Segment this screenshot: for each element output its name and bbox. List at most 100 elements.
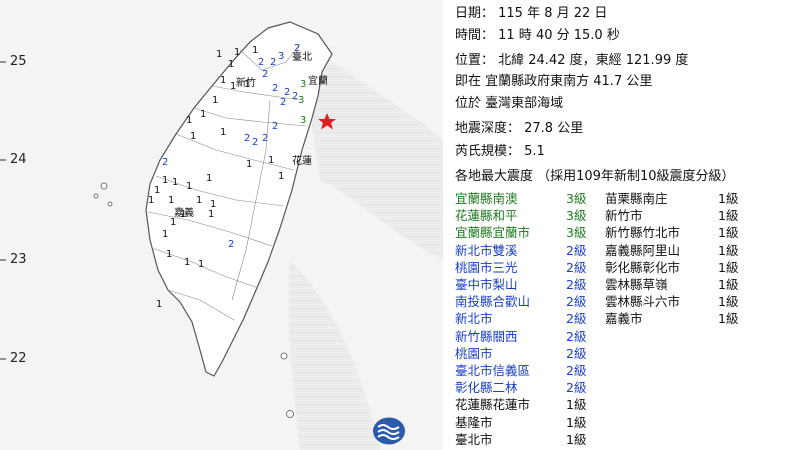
- intensity-location: 苗栗縣南庄: [605, 191, 668, 206]
- intensity-mark: 1: [208, 209, 215, 220]
- intensity-level: 1級: [718, 311, 739, 327]
- intensity-mark: 1: [166, 249, 173, 260]
- intensity-row: 基隆市 1級: [455, 414, 625, 431]
- intensity-location: 新竹市: [605, 208, 643, 224]
- orchid-island: [286, 410, 294, 418]
- intensity-row: 雲林縣草嶺 1級: [605, 276, 775, 293]
- intensity-row: 新竹縣關西 2級: [455, 328, 625, 345]
- intensity-row: 臺中市梨山 2級: [455, 276, 625, 293]
- intensity-mark: 1: [230, 81, 237, 92]
- intensity-mark: 1: [172, 177, 179, 188]
- intensity-row: 南投縣合歡山 2級: [455, 293, 625, 310]
- lat-label: 24: [10, 152, 27, 167]
- lat-label: 23: [10, 252, 27, 267]
- intensity-mark: 1: [234, 47, 241, 58]
- magnitude-line: 芮氏規模： 5.1: [455, 144, 545, 159]
- intensity-location: 彰化縣彰化市: [605, 259, 681, 275]
- cwa-logo-icon: [373, 417, 405, 445]
- intensity-location: 臺北市: [455, 431, 493, 447]
- intensity-mark: 3: [300, 115, 307, 126]
- intensity-mark: 2: [228, 239, 235, 250]
- intensity-location: 新竹縣關西: [455, 328, 518, 344]
- intensity-mark: 1: [220, 127, 227, 138]
- intensity-level: 1級: [566, 431, 587, 447]
- intensity-row: 花蓮縣花蓮市 1級: [455, 396, 625, 413]
- intensity-location: 花蓮縣花蓮市: [455, 397, 531, 413]
- intensity-location: 新竹縣竹北市: [605, 225, 681, 241]
- lat-label: 25: [10, 54, 27, 69]
- intensity-mark: 2: [292, 91, 299, 102]
- near-line: 即在 宜蘭縣政府東南方 41.7 公里: [455, 74, 653, 89]
- intensity-level: 1級: [566, 397, 587, 413]
- intensity-level: 2級: [566, 311, 587, 327]
- intensity-location: 基隆市: [455, 414, 493, 430]
- intensity-mark: 2: [294, 43, 301, 54]
- intensity-mark: 1: [148, 195, 155, 206]
- intensity-level: 1級: [718, 191, 739, 206]
- intensity-mark: 1: [244, 79, 251, 90]
- time-line: 時間： 11 時 40 分 15.0 秒: [455, 28, 620, 43]
- intensity-location: 宜蘭縣宜蘭市: [455, 225, 531, 241]
- intensity-level: 3級: [566, 191, 587, 206]
- intensity-mark: 1: [180, 209, 187, 220]
- intensity-location: 桃園市三光: [455, 259, 518, 275]
- intensity-mark: 1: [198, 259, 205, 270]
- penghu-island: [93, 193, 99, 199]
- intensity-level: 3級: [566, 225, 587, 241]
- intensity-mark: 1: [246, 159, 253, 170]
- intensity-row: 新竹市 1級: [605, 207, 775, 224]
- intensity-mark: 3: [300, 79, 307, 90]
- intensity-row: 嘉義縣阿里山 1級: [605, 242, 775, 259]
- map-graphic: [0, 0, 443, 450]
- intensity-level: 2級: [566, 328, 587, 344]
- intensity-row: 彰化縣二林 2級: [455, 379, 625, 396]
- intensity-mark: 1: [170, 217, 177, 228]
- intensity-location: 雲林縣草嶺: [605, 277, 668, 292]
- intensity-row: 新竹縣竹北市 1級: [605, 224, 775, 241]
- lat-label: 22: [10, 351, 27, 366]
- intensity-level: 2級: [566, 380, 587, 396]
- intensity-mark: 1: [200, 109, 207, 120]
- intensity-level: 1級: [718, 259, 739, 275]
- intensity-mark: 3: [278, 51, 285, 62]
- intensity-mark: 1: [228, 59, 235, 70]
- intensity-row: 臺北市 1級: [455, 431, 625, 448]
- intensity-mark: 1: [168, 195, 175, 206]
- intensity-location: 雲林縣斗六市: [605, 294, 681, 310]
- intensity-mark: 1: [156, 299, 163, 310]
- intensity-location: 彰化縣二林: [455, 380, 518, 396]
- intensity-level: 2級: [566, 363, 587, 378]
- intensity-mark: 2: [244, 133, 251, 144]
- intensity-level: 1級: [718, 208, 739, 224]
- intensity-location: 臺北市信義區: [455, 363, 531, 378]
- intensity-mark: 1: [216, 49, 223, 60]
- intensity-level: 1級: [718, 294, 739, 310]
- intensity-location: 新北市雙溪: [455, 242, 518, 258]
- intensity-mark: 1: [186, 181, 193, 192]
- intensity-mark: 2: [262, 69, 269, 80]
- city-label-hualien: 花蓮: [292, 156, 312, 167]
- intensity-level: 3級: [566, 208, 587, 224]
- intensity-level: 2級: [566, 259, 587, 275]
- intensity-mark: 1: [252, 45, 259, 56]
- intensity-level: 1級: [718, 277, 739, 292]
- intensity-location: 嘉義縣阿里山: [605, 242, 681, 258]
- intensity-mark: 1: [268, 155, 275, 166]
- intensity-level: 1級: [718, 242, 739, 258]
- intensity-mark: 1: [162, 229, 169, 240]
- intensity-mark: 2: [272, 121, 279, 132]
- intensity-location: 花蓮縣和平: [455, 208, 518, 224]
- intensity-row: 臺北市信義區 2級: [455, 362, 625, 379]
- depth-line: 地震深度： 27.8 公里: [455, 121, 584, 136]
- intensity-mark: 1: [184, 257, 191, 268]
- intensity-mark: 2: [258, 57, 265, 68]
- intensity-location: 桃園市: [455, 345, 493, 361]
- intensity-location: 南投縣合歡山: [455, 294, 531, 310]
- intensity-location: 宜蘭縣南澳: [455, 191, 518, 206]
- intensity-row: 宜蘭縣南澳 3級: [455, 190, 625, 207]
- intensity-mark: 1: [162, 175, 169, 186]
- intensity-mark: 1: [186, 115, 193, 126]
- region-line: 位於 臺灣東部海域: [455, 96, 564, 111]
- intensity-level: 2級: [566, 294, 587, 310]
- intensity-mark: 2: [162, 157, 169, 168]
